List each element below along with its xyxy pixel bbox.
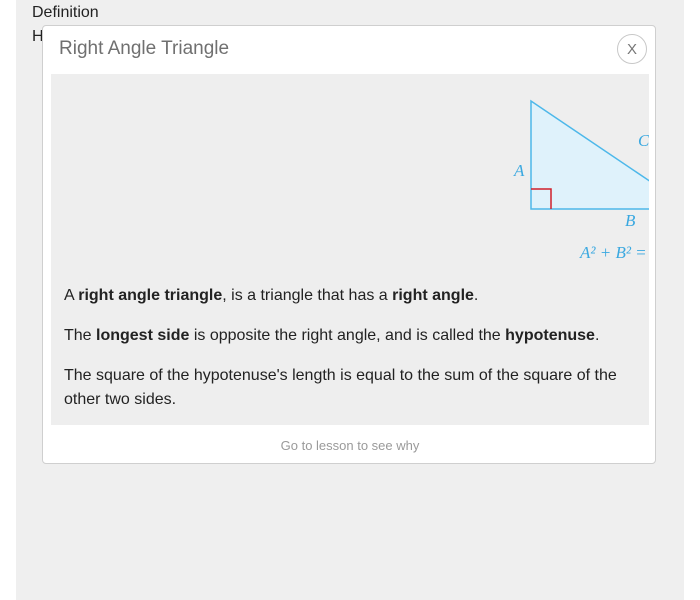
definition-paragraph-2: The longest side is opposite the right a…	[64, 327, 600, 344]
definition-modal: Right Angle Triangle X A B C A² + B² = A…	[42, 25, 656, 464]
side-a-label: A	[513, 161, 525, 180]
triangle-diagram: A B C A² + B² =	[513, 99, 649, 262]
close-button[interactable]: X	[617, 34, 647, 64]
triangle-shape	[530, 99, 649, 210]
definition-label: Definition	[32, 4, 99, 21]
modal-content: A B C A² + B² = A right angle triangle, …	[51, 74, 649, 425]
side-c-label: C	[638, 131, 649, 150]
pythagoras-formula: A² + B² =	[579, 243, 647, 262]
definition-paragraph-3: The square of the hypotenuse's length is…	[64, 367, 617, 408]
go-to-lesson-link[interactable]: Go to lesson to see why	[43, 438, 657, 453]
definition-paragraph-1: A right angle triangle, is a triangle th…	[64, 287, 479, 304]
modal-title: Right Angle Triangle	[59, 38, 230, 59]
side-b-label: B	[625, 211, 636, 230]
